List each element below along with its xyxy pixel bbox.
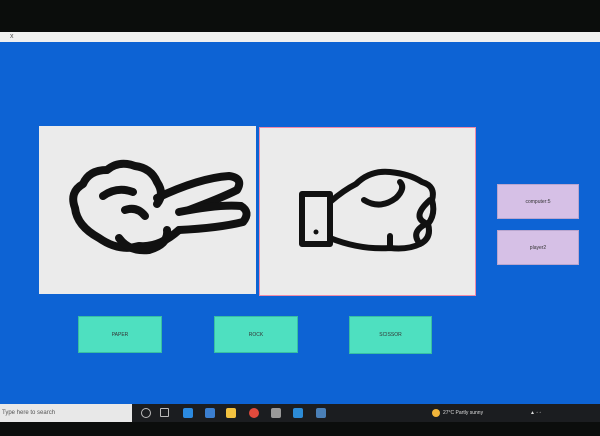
weather-icon [432,409,440,417]
chrome-icon[interactable] [249,408,259,418]
scissor-button[interactable]: SCISSOR [349,316,432,354]
computer-choice-panel [259,127,476,296]
monitor-bezel-top [0,0,600,34]
player-label: player2 [497,230,579,265]
python-icon[interactable] [316,408,326,418]
file-explorer-icon[interactable] [226,408,236,418]
taskbar-search-input[interactable]: Type here to search [0,404,132,422]
vscode-icon[interactable] [293,408,303,418]
monitor-bezel-bottom [0,422,600,436]
paper-button[interactable]: PAPER [78,316,162,353]
rock-fist-icon [299,168,437,252]
settings-icon[interactable] [271,408,281,418]
rock-button[interactable]: ROCK [214,316,298,353]
computer-score-label: computer:5 [497,184,579,219]
player-choice-panel [39,126,256,294]
task-view-icon[interactable] [141,408,151,418]
game-window: computer:5 player2 PAPER ROCK SCISSOR [0,42,600,404]
edge-icon[interactable] [183,408,193,418]
weather-text[interactable]: 27°C Partly sunny [443,404,483,422]
system-tray-icons[interactable]: ▲ ◦ ◦ [530,404,541,422]
taskbar: Type here to search 27°C Partly sunny ▲ … [0,404,600,422]
multitask-icon[interactable] [160,408,169,417]
store-icon[interactable] [205,408,215,418]
scissors-hand-icon [69,159,251,255]
close-icon[interactable]: x [10,32,14,42]
